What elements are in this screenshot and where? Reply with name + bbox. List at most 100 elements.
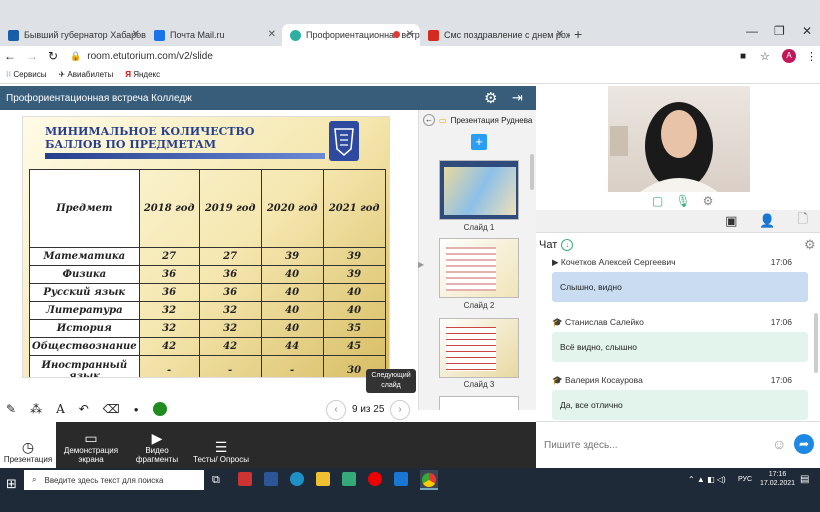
back-icon[interactable]: ←: [4, 49, 16, 63]
download-icon[interactable]: ↓: [561, 239, 574, 251]
scrollbar[interactable]: [814, 313, 818, 373]
gear-icon[interactable]: ⚙: [484, 89, 497, 107]
tooltip: Следующий слайд: [366, 369, 416, 393]
tab-2[interactable]: Почта Mail.ru ✕: [146, 24, 282, 46]
files-tab-icon[interactable]: 🗋: [798, 210, 808, 232]
microphone-icon[interactable]: 🎙: [675, 194, 690, 208]
tests-polls-button[interactable]: ☰ Тесты/ Опросы: [190, 422, 252, 468]
site-favicon-icon: [8, 29, 19, 41]
close-icon[interactable]: ✕: [406, 29, 414, 40]
close-icon[interactable]: ✕: [556, 29, 564, 40]
add-slide-button[interactable]: +: [471, 134, 487, 150]
url-field[interactable]: room.etutorium.com/v2/slide: [87, 51, 213, 62]
tab-3[interactable]: Профориентационная встре ✕: [282, 24, 420, 46]
bookmark-flights[interactable]: ✈ Авиабилеты: [58, 70, 113, 79]
mail-icon[interactable]: [394, 472, 408, 486]
folder-icon: ▭: [439, 115, 447, 125]
emoji-icon[interactable]: ☺: [772, 436, 786, 452]
undo-icon[interactable]: ↶: [79, 402, 89, 416]
taskbar: ⊞ ⌕ Введите здесь текст для поиска ⧉ ⌃ ▲…: [0, 468, 820, 512]
edge-icon[interactable]: [290, 472, 304, 486]
slide-thumb-1[interactable]: [439, 160, 519, 220]
monitor-icon: ▭: [84, 430, 98, 446]
close-window-icon[interactable]: ✕: [802, 24, 812, 38]
chat-tab-icon[interactable]: ▣: [725, 213, 737, 229]
explorer-icon[interactable]: [316, 472, 330, 486]
bookmark-yandex[interactable]: Я Яндекс: [125, 70, 160, 79]
camera-toggle-icon[interactable]: ▢: [652, 194, 663, 208]
tab-4[interactable]: Смс поздравление с днем рожд ✕: [420, 24, 570, 46]
bookmark-services[interactable]: ⁝⁝ Сервисы: [6, 70, 46, 79]
table-cell: Литература: [29, 301, 140, 320]
bottom-controls: ◷ Презентация ▭ Демонстрация экрана ▶ Видео…: [0, 422, 536, 468]
tray-icons[interactable]: ⌃ ▲ ◧ ◁): [688, 475, 726, 484]
laser-icon[interactable]: ⁂: [30, 402, 42, 416]
clock[interactable]: 17:16 17.02.2021: [760, 470, 795, 488]
presentation-header: ← ▭ Презентация Руднева: [423, 114, 533, 126]
close-icon[interactable]: ✕: [268, 29, 276, 40]
collapse-panel-icon[interactable]: ▶: [418, 260, 424, 269]
chat-input[interactable]: [544, 434, 764, 456]
yandex-browser-icon[interactable]: [368, 472, 382, 486]
participants-tab-icon[interactable]: 👤: [759, 213, 775, 229]
camera-icon[interactable]: ■: [740, 51, 746, 62]
search-box[interactable]: ⌕ Введите здесь текст для поиска: [24, 470, 204, 490]
prev-slide-button[interactable]: ‹: [326, 400, 346, 420]
maximize-icon[interactable]: ❐: [774, 24, 785, 38]
table-cell: 45: [322, 337, 386, 356]
scrollbar[interactable]: [530, 154, 534, 190]
gear-icon[interactable]: ⚙: [703, 194, 714, 208]
forward-icon[interactable]: →: [26, 49, 38, 63]
menu-dots-icon[interactable]: ⋮: [806, 50, 817, 63]
brush-size-icon[interactable]: ●: [134, 405, 139, 414]
table-cell: 40: [322, 283, 386, 302]
task-view-icon[interactable]: ⧉: [212, 474, 220, 487]
pen-icon[interactable]: ✎: [6, 402, 16, 416]
eraser-icon[interactable]: ⌫: [103, 402, 120, 416]
notifications-icon[interactable]: ▤: [800, 474, 809, 485]
app-icon[interactable]: [342, 472, 356, 486]
table-cell: Физика: [29, 265, 140, 284]
windows-start-icon[interactable]: ⊞: [6, 476, 17, 492]
back-arrow-icon[interactable]: ←: [423, 114, 435, 126]
table-cell: 27: [198, 247, 262, 266]
table-cell: 36: [138, 265, 200, 284]
slide-thumb-4[interactable]: [439, 396, 519, 410]
table-cell: 39: [322, 247, 386, 266]
slide-thumb-2[interactable]: [439, 238, 519, 298]
presentation-button[interactable]: ◷ Презентация: [0, 422, 56, 468]
app-icon[interactable]: [238, 472, 252, 486]
tab-title: Бывший губернатор Хабаровск: [24, 30, 146, 40]
text-tool-icon[interactable]: A: [56, 402, 65, 416]
site-favicon-icon: [428, 29, 439, 41]
chrome-taskbar-button[interactable]: [420, 470, 438, 490]
slides-panel: ← ▭ Презентация Руднева + Слайд 1 Слайд …: [418, 110, 536, 410]
right-panel: ▢ 🎙 ⚙ ▣ 👤 🗋 Чат ↓ ⚙ ▶ Кочетков Алексей С…: [536, 86, 820, 468]
star-icon[interactable]: ☆: [760, 50, 770, 63]
thumb-image: [446, 327, 496, 371]
color-picker-icon[interactable]: [152, 402, 167, 416]
word-icon[interactable]: [264, 472, 278, 486]
chat-message: ▶ Кочетков Алексей Сергеевич 17:06 Слышно…: [552, 257, 808, 302]
tab-1[interactable]: Бывший губернатор Хабаровск ✕: [0, 24, 146, 46]
exit-icon[interactable]: ⇥: [512, 90, 523, 106]
tab-strip: Бывший губернатор Хабаровск ✕ Почта Mail…: [0, 0, 820, 46]
webcam-video: [608, 86, 750, 192]
table-cell: -: [260, 355, 324, 377]
language-indicator[interactable]: РУС: [738, 476, 752, 483]
video-fragments-button[interactable]: ▶ Видео фрагменты: [126, 422, 188, 468]
page-title: Профориентационная встреча Колледж: [6, 92, 192, 104]
screen-share-button[interactable]: ▭ Демонстрация экрана: [58, 422, 124, 468]
reload-icon[interactable]: ↻: [48, 49, 58, 63]
chat-settings-icon[interactable]: ⚙: [804, 237, 816, 253]
scores-table: Предмет 2018 год 2019 год 2020 год 2021 …: [29, 169, 386, 377]
close-icon[interactable]: ✕: [132, 29, 140, 40]
send-button[interactable]: ➦: [794, 434, 814, 454]
avatar[interactable]: A: [782, 49, 796, 63]
minimize-icon[interactable]: —: [746, 24, 758, 38]
slide-thumb-3[interactable]: [439, 318, 519, 378]
bookmarks-bar: ⁝⁝ Сервисы ✈ Авиабилеты Я Яндекс: [0, 66, 820, 84]
next-slide-button[interactable]: ›: [390, 400, 410, 420]
slide-thumb-label: Слайд 3: [463, 380, 495, 389]
new-tab-icon[interactable]: +: [574, 26, 582, 42]
